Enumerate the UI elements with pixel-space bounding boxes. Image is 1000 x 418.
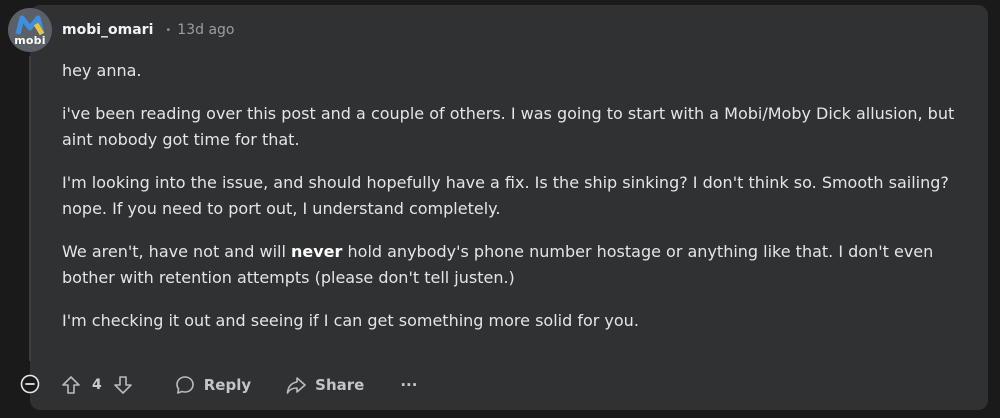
comment-paragraph: We aren't, have not and will never hold … bbox=[62, 239, 977, 291]
avatar-text: mobi bbox=[14, 34, 46, 47]
arrow-down-icon bbox=[113, 376, 132, 394]
emphasis-text: never bbox=[291, 242, 343, 261]
comment-actions: 4 Reply Share ··· bbox=[60, 370, 417, 400]
more-options-button[interactable]: ··· bbox=[400, 376, 417, 394]
comment-paragraph: I'm looking into the issue, and should h… bbox=[62, 173, 949, 218]
comment-paragraph: I'm checking it out and seeing if I can … bbox=[62, 311, 639, 330]
vote-count: 4 bbox=[92, 377, 102, 393]
avatar[interactable]: mobi bbox=[8, 8, 52, 52]
share-label: Share bbox=[315, 376, 365, 394]
comment-bubble-icon bbox=[175, 376, 194, 394]
separator-dot: • bbox=[165, 24, 172, 36]
ellipsis-icon: ··· bbox=[400, 376, 418, 394]
share-button[interactable]: Share bbox=[285, 374, 364, 396]
comment-header: mobi_omari • 13d ago bbox=[62, 22, 234, 38]
arrow-up-icon bbox=[62, 376, 80, 394]
reply-label: Reply bbox=[203, 376, 252, 394]
thread-line[interactable] bbox=[29, 56, 31, 361]
paragraph-text: We aren't, have not and will bbox=[62, 242, 291, 261]
username[interactable]: mobi_omari bbox=[62, 22, 153, 38]
vote-controls: 4 bbox=[60, 374, 134, 396]
timestamp[interactable]: 13d ago bbox=[177, 22, 234, 38]
comment-paragraph: hey anna. bbox=[62, 61, 142, 80]
upvote-button[interactable] bbox=[60, 374, 82, 396]
minus-circle-icon bbox=[20, 374, 40, 394]
comment-paragraph: i've been reading over this post and a c… bbox=[62, 104, 955, 149]
reply-button[interactable]: Reply bbox=[174, 374, 251, 396]
comment-body: hey anna. i've been reading over this po… bbox=[62, 58, 977, 334]
share-arrow-icon bbox=[286, 377, 306, 394]
downvote-button[interactable] bbox=[112, 374, 134, 396]
collapse-button[interactable] bbox=[20, 374, 40, 394]
